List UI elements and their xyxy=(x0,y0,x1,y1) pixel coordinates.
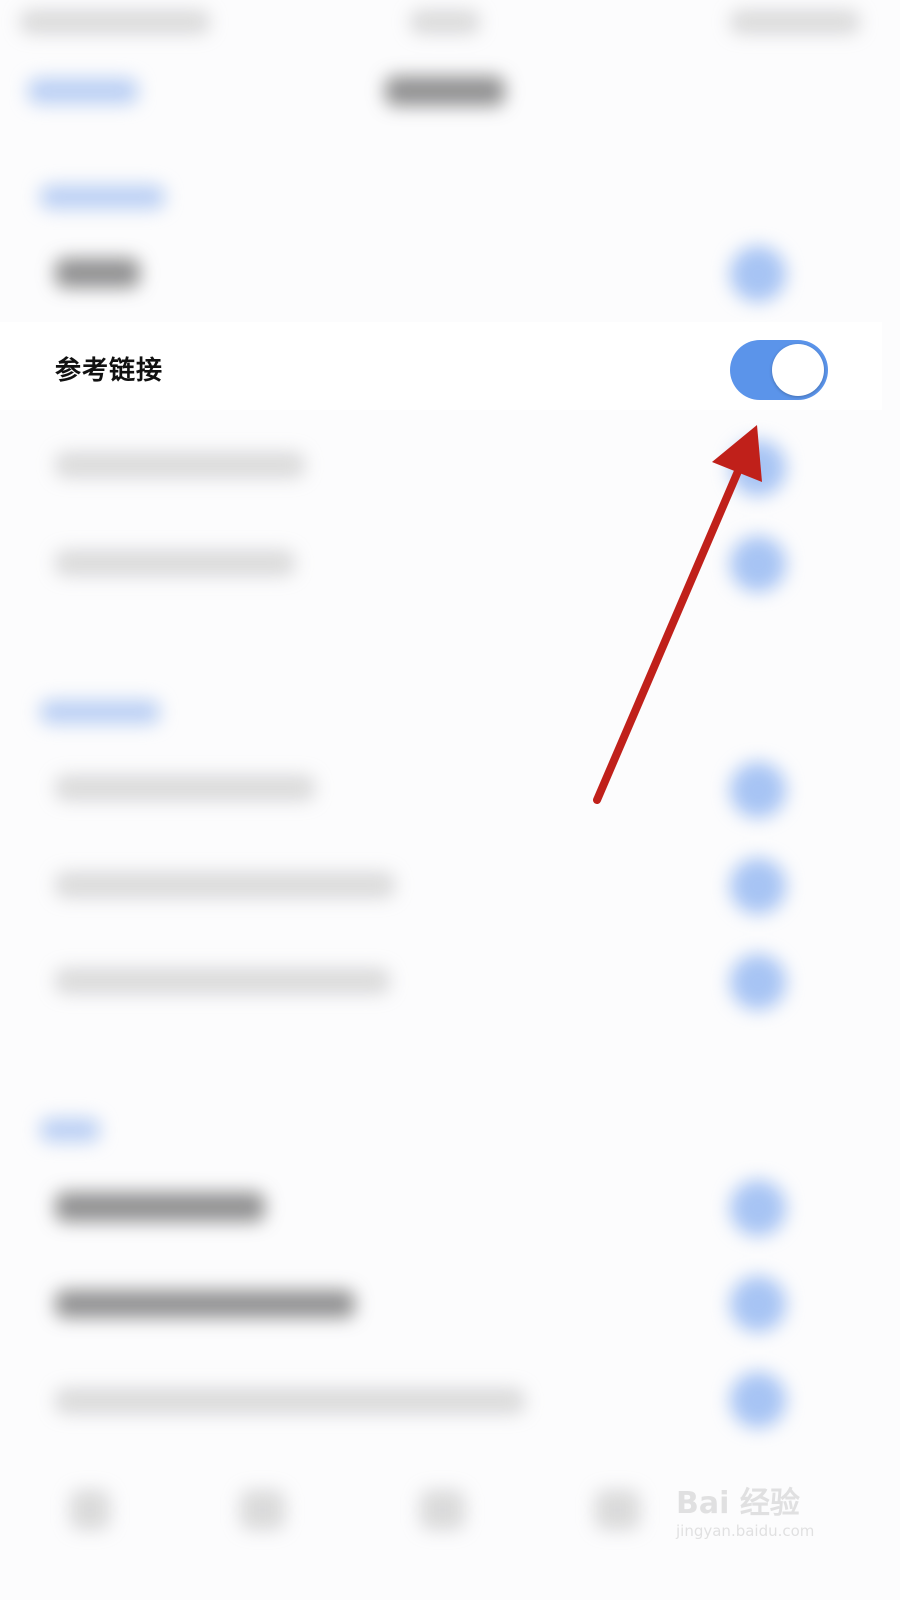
watermark-brand: Bai 经验 xyxy=(676,1486,800,1521)
annotation-arrow xyxy=(593,425,762,804)
baidu-jingyan-watermark: Bai 经验 jingyan.baidu.com xyxy=(676,1478,846,1548)
arrow-shaft xyxy=(593,444,752,804)
watermark-url: jingyan.baidu.com xyxy=(676,1522,815,1540)
